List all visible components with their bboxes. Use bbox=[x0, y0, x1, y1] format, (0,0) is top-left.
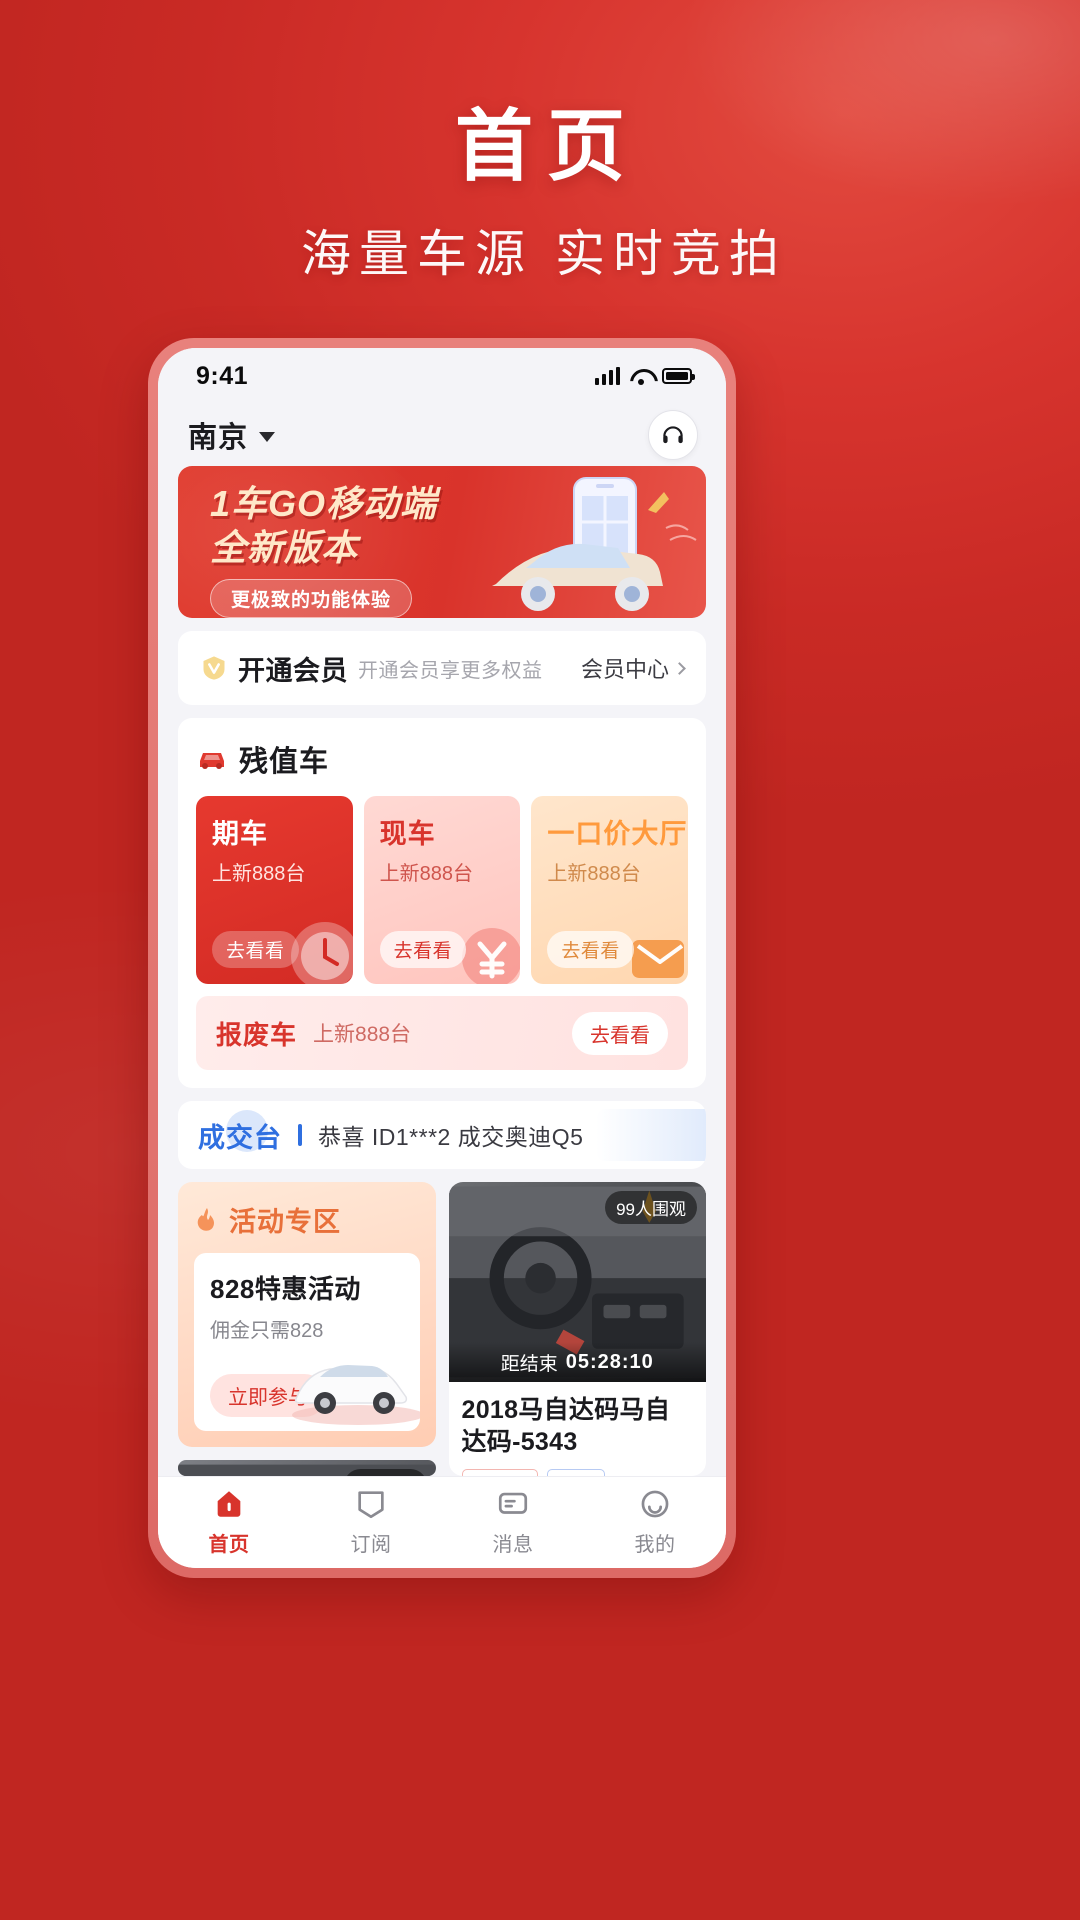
tile-sub: 上新888台 bbox=[212, 863, 306, 885]
profile-icon bbox=[641, 1490, 669, 1518]
activity-title: 活动专区 bbox=[229, 1207, 341, 1237]
tab-home[interactable]: 首页 bbox=[158, 1487, 300, 1557]
membership-link-label: 会员中心 bbox=[580, 657, 669, 682]
scroll-content: 1车GO移动端 全新版本 更极致的功能体验 开通会员 开通会员享更多权益 会员中… bbox=[158, 466, 726, 1476]
lot-image: 99人围观 距结束 05:28:10 bbox=[448, 1182, 706, 1382]
tab-label: 消息 bbox=[492, 1534, 534, 1556]
phone-screen: 9:41 南京 1车GO移动端 全新版本 更极致的功能体验 开通会员 开通会员享… bbox=[158, 348, 726, 1568]
tab-subscribe[interactable]: 订阅 bbox=[300, 1487, 442, 1557]
residual-tile-futures[interactable]: 期车 上新888台 去看看 bbox=[196, 796, 353, 984]
lot-name: 2018马自达码马自达码-5343 bbox=[461, 1396, 671, 1456]
home-icon bbox=[217, 1491, 241, 1517]
vip-shield-icon bbox=[203, 656, 225, 680]
residual-header: 残值车 bbox=[196, 738, 688, 780]
activity-inner-card[interactable]: 828特惠活动 佣金只需828 立即参与 bbox=[194, 1253, 420, 1431]
banner-line-2: 全新版本 bbox=[210, 527, 359, 569]
tile-button[interactable]: 去看看 bbox=[379, 931, 467, 968]
membership-center-link[interactable]: 会员中心 bbox=[580, 652, 686, 684]
deal-ticker[interactable]: 成交台 恭喜 ID1***2 成交奥迪Q5 bbox=[178, 1101, 706, 1169]
message-icon bbox=[498, 1492, 528, 1514]
tile-button[interactable]: 去看看 bbox=[547, 931, 634, 968]
promo-banner[interactable]: 1车GO移动端 全新版本 更极致的功能体验 bbox=[178, 466, 706, 618]
ticker-divider bbox=[298, 1124, 302, 1146]
residual-tiles: 期车 上新888台 去看看 现车 上新888台 去看看 一口价大厅 上新888台… bbox=[196, 796, 689, 984]
tile-title: 一口价大厅 bbox=[547, 819, 688, 849]
lot-info: 2018马自达码马自达码-5343 碰撞车 明标 bbox=[449, 1382, 707, 1476]
page-subtitle: 海量车源 实时竞拍 bbox=[301, 226, 787, 283]
countdown-value: 05:28:10 bbox=[565, 1350, 654, 1373]
white-sedan-icon bbox=[291, 1365, 420, 1425]
residual-title: 残值车 bbox=[239, 746, 330, 778]
tile-sub: 上新888台 bbox=[547, 863, 641, 885]
content-grid: 活动专区 828特惠活动 佣金只需828 立即参与 99人围观 距结束 05:2… bbox=[178, 1182, 706, 1476]
countdown-label: 距结束 bbox=[500, 1353, 558, 1375]
car-front-icon bbox=[200, 753, 224, 769]
membership-title: 开通会员 bbox=[238, 655, 348, 686]
membership-row[interactable]: 开通会员 开通会员享更多权益 会员中心 bbox=[178, 631, 706, 705]
membership-desc: 开通会员享更多权益 bbox=[358, 659, 543, 682]
tab-profile[interactable]: 我的 bbox=[584, 1487, 726, 1557]
lot-viewers: 99人围观 bbox=[605, 1191, 697, 1224]
tile-title: 现车 bbox=[379, 819, 436, 849]
wifi-icon bbox=[630, 368, 652, 385]
subscribe-icon bbox=[358, 1491, 384, 1519]
chevron-right-icon bbox=[673, 661, 686, 675]
lot-card[interactable]: 99人围观 距结束 05:28:10 2018马自达码马自达码-5343 碰撞车… bbox=[448, 1182, 707, 1476]
scrap-button[interactable]: 去看看 bbox=[572, 1011, 668, 1055]
status-bar-icons bbox=[595, 367, 695, 385]
lot-countdown: 距结束 05:28:10 bbox=[448, 1342, 706, 1382]
status-bar-time: 9:41 bbox=[196, 361, 249, 390]
page-title: 首页 bbox=[454, 102, 639, 190]
lot-tag: 明标 bbox=[546, 1469, 605, 1476]
customer-service-button[interactable] bbox=[648, 410, 698, 460]
activity-card-title: 828特惠活动 bbox=[210, 1274, 361, 1304]
scrap-title: 报废车 bbox=[216, 1019, 298, 1050]
cellular-signal-icon bbox=[595, 367, 620, 385]
ticker-glow bbox=[596, 1109, 706, 1161]
headset-service-icon bbox=[663, 426, 683, 444]
banner-line-1: 1车GO移动端 bbox=[210, 483, 438, 524]
residual-tile-instock[interactable]: 现车 上新888台 去看看 bbox=[363, 796, 521, 984]
banner-pill: 更极致的功能体验 bbox=[210, 578, 413, 618]
tab-label: 我的 bbox=[634, 1534, 676, 1556]
tile-title: 期车 bbox=[212, 819, 268, 849]
tile-button[interactable]: 去看看 bbox=[212, 931, 299, 968]
activity-header: 活动专区 bbox=[194, 1200, 420, 1239]
battery-icon bbox=[662, 368, 695, 384]
car-phone-illustration bbox=[492, 477, 697, 611]
lot-card[interactable]: 9人围观 bbox=[178, 1460, 436, 1476]
fire-icon bbox=[197, 1207, 214, 1231]
tab-message[interactable]: 消息 bbox=[442, 1487, 584, 1557]
city-selector[interactable]: 南京 bbox=[188, 414, 276, 456]
tab-label: 首页 bbox=[208, 1534, 250, 1556]
grid-right-column: 99人围观 距结束 05:28:10 2018马自达码马自达码-5343 碰撞车… bbox=[448, 1182, 707, 1476]
hero-section: 首页 海量车源 实时竞拍 bbox=[0, 0, 1080, 286]
lot-image: 9人围观 bbox=[178, 1460, 436, 1476]
banner-text: 1车GO移动端 全新版本 更极致的功能体验 bbox=[210, 483, 438, 618]
status-bar: 9:41 bbox=[158, 348, 726, 404]
scrap-car-row[interactable]: 报废车 上新888台 去看看 bbox=[196, 996, 688, 1070]
residual-tile-fixedprice[interactable]: 一口价大厅 上新888台 去看看 bbox=[531, 796, 689, 984]
lot-viewers: 9人围观 bbox=[344, 1469, 427, 1476]
city-label: 南京 bbox=[188, 422, 249, 454]
ticker-message: 恭喜 ID1***2 成交奥迪Q5 bbox=[318, 1124, 584, 1150]
activity-zone-card[interactable]: 活动专区 828特惠活动 佣金只需828 立即参与 bbox=[178, 1182, 436, 1447]
chevron-down-icon bbox=[259, 431, 276, 442]
lot-tag: 碰撞车 bbox=[461, 1469, 538, 1476]
bottom-tab-bar: 首页 订阅 消息 我的 bbox=[158, 1476, 726, 1568]
lot-tags: 碰撞车 明标 bbox=[461, 1469, 694, 1476]
residual-section: 残值车 期车 上新888台 去看看 现车 上新888台 去看看 一口价大厅 上新… bbox=[178, 718, 706, 1088]
tile-sub: 上新888台 bbox=[379, 863, 474, 885]
tab-label: 订阅 bbox=[350, 1534, 392, 1556]
scrap-sub: 上新888台 bbox=[313, 1023, 412, 1046]
grid-left-column: 活动专区 828特惠活动 佣金只需828 立即参与 bbox=[178, 1182, 436, 1476]
ticker-badge: 成交台 bbox=[198, 1109, 282, 1155]
phone-mockup: 9:41 南京 1车GO移动端 全新版本 更极致的功能体验 开通会员 开通会员享… bbox=[148, 338, 736, 1578]
app-navbar: 南京 bbox=[158, 404, 726, 466]
